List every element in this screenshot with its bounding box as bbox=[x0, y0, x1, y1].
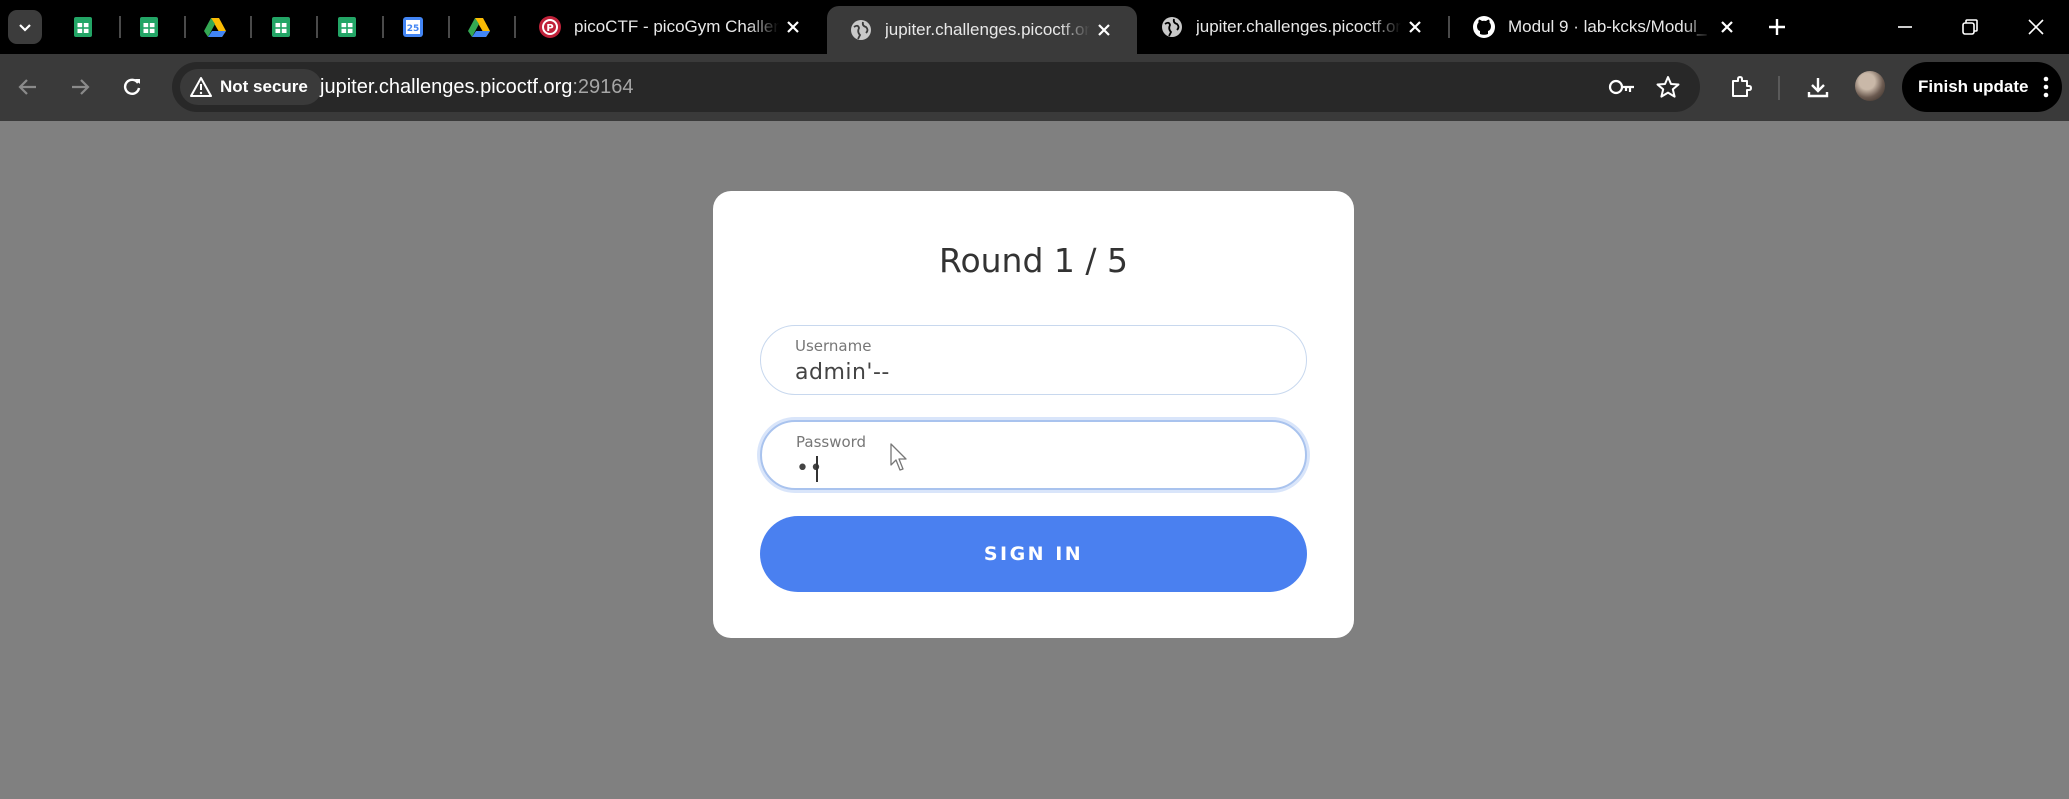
plus-icon bbox=[1769, 19, 1785, 35]
minimize-button[interactable] bbox=[1890, 12, 1920, 42]
google-calendar-icon: 25 bbox=[403, 17, 423, 37]
username-field[interactable]: Username admin'-- bbox=[760, 325, 1307, 395]
restore-icon bbox=[1962, 19, 1978, 35]
more-vertical-icon bbox=[2043, 76, 2049, 98]
back-button[interactable] bbox=[10, 69, 46, 105]
google-drive-icon bbox=[204, 18, 226, 37]
downloads-button[interactable] bbox=[1800, 69, 1836, 105]
tab-strip: 25 P picoCTF - picoGym Challen jupiter.c… bbox=[0, 0, 2069, 54]
finish-update-button[interactable]: Finish update bbox=[1902, 62, 2062, 112]
tab-title: Modul 9 · lab-kcks/Modul_ bbox=[1508, 17, 1707, 36]
finish-update-label: Finish update bbox=[1918, 77, 2029, 96]
profile-avatar[interactable] bbox=[1855, 71, 1885, 101]
tab-search-button[interactable] bbox=[8, 10, 42, 44]
globe-icon bbox=[851, 20, 871, 40]
google-sheets-icon bbox=[140, 17, 158, 37]
username-label: Username bbox=[795, 337, 872, 355]
new-tab-button[interactable] bbox=[1762, 12, 1792, 42]
tab-title: jupiter.challenges.picoctf.or bbox=[1196, 17, 1401, 36]
pinned-tab-sheets-1[interactable] bbox=[50, 0, 116, 54]
tab-jupiter-active[interactable]: jupiter.challenges.picoctf.or bbox=[827, 6, 1137, 54]
calendar-badge: 25 bbox=[407, 24, 420, 34]
tab-github[interactable]: Modul 9 · lab-kcks/Modul_ bbox=[1450, 0, 1760, 54]
password-manager-button[interactable] bbox=[1608, 73, 1636, 101]
bookmark-button[interactable] bbox=[1654, 73, 1682, 101]
puzzle-icon bbox=[1732, 76, 1752, 97]
pinned-tab-drive-1[interactable] bbox=[182, 0, 248, 54]
sign-in-button[interactable]: SIGN IN bbox=[760, 516, 1307, 592]
forward-button[interactable] bbox=[62, 69, 98, 105]
address-bar[interactable]: Not secure jupiter.challenges.picoctf.or… bbox=[172, 62, 1700, 112]
mouse-pointer-icon bbox=[890, 443, 907, 471]
toolbar-divider bbox=[1778, 76, 1780, 100]
chevron-down-icon bbox=[19, 24, 31, 32]
pinned-tab-sheets-3[interactable] bbox=[248, 0, 314, 54]
tab-jupiter-2[interactable]: jupiter.challenges.picoctf.or bbox=[1138, 0, 1448, 54]
google-drive-icon bbox=[468, 18, 490, 37]
key-icon bbox=[1608, 79, 1634, 95]
close-icon bbox=[2028, 19, 2044, 35]
url-port: :29164 bbox=[572, 76, 634, 98]
round-title: Round 1 / 5 bbox=[939, 241, 1128, 280]
warning-triangle-icon bbox=[190, 77, 212, 97]
pinned-tab-sheets-2[interactable] bbox=[116, 0, 182, 54]
password-field[interactable]: Password •• bbox=[760, 420, 1307, 490]
svg-text:P: P bbox=[546, 23, 553, 34]
google-sheets-icon bbox=[338, 17, 356, 37]
url-host: jupiter.challenges.picoctf.org bbox=[320, 76, 573, 98]
security-label: Not secure bbox=[220, 77, 308, 96]
arrow-right-icon bbox=[72, 79, 90, 95]
pinned-tab-sheets-4[interactable] bbox=[314, 0, 380, 54]
browser-toolbar: Not secure jupiter.challenges.picoctf.or… bbox=[0, 54, 2069, 121]
restore-button[interactable] bbox=[1955, 12, 1985, 42]
globe-icon bbox=[1162, 17, 1182, 37]
text-caret bbox=[816, 456, 818, 482]
github-icon bbox=[1473, 16, 1495, 38]
extensions-button[interactable] bbox=[1723, 69, 1759, 105]
reload-button[interactable] bbox=[114, 69, 150, 105]
password-input-value[interactable]: •• bbox=[796, 456, 823, 481]
tab-title: picoCTF - picoGym Challen bbox=[574, 17, 779, 36]
close-tab-icon[interactable] bbox=[1406, 18, 1424, 36]
reload-icon bbox=[123, 78, 141, 95]
tab-title: jupiter.challenges.picoctf.or bbox=[885, 20, 1090, 39]
security-indicator[interactable]: Not secure bbox=[180, 69, 322, 105]
pinned-tab-drive-2[interactable] bbox=[446, 0, 512, 54]
picoctf-icon: P bbox=[539, 16, 561, 38]
star-icon bbox=[1656, 76, 1680, 98]
pinned-tab-calendar[interactable]: 25 bbox=[380, 0, 446, 54]
close-tab-icon[interactable] bbox=[1718, 18, 1736, 36]
password-label: Password bbox=[796, 433, 867, 451]
minimize-icon bbox=[1898, 26, 1912, 28]
arrow-left-icon bbox=[18, 79, 36, 95]
url-text[interactable]: jupiter.challenges.picoctf.org:29164 bbox=[320, 62, 634, 112]
google-sheets-icon bbox=[272, 17, 290, 37]
google-sheets-icon bbox=[74, 17, 92, 37]
close-window-button[interactable] bbox=[2021, 12, 2051, 42]
close-tab-icon[interactable] bbox=[784, 18, 802, 36]
login-card: Round 1 / 5 Username admin'-- Password •… bbox=[713, 191, 1354, 638]
close-tab-icon[interactable] bbox=[1095, 21, 1113, 39]
username-input-value[interactable]: admin'-- bbox=[795, 360, 890, 385]
download-icon bbox=[1807, 78, 1829, 98]
tab-picoctf[interactable]: P picoCTF - picoGym Challen bbox=[516, 0, 826, 54]
